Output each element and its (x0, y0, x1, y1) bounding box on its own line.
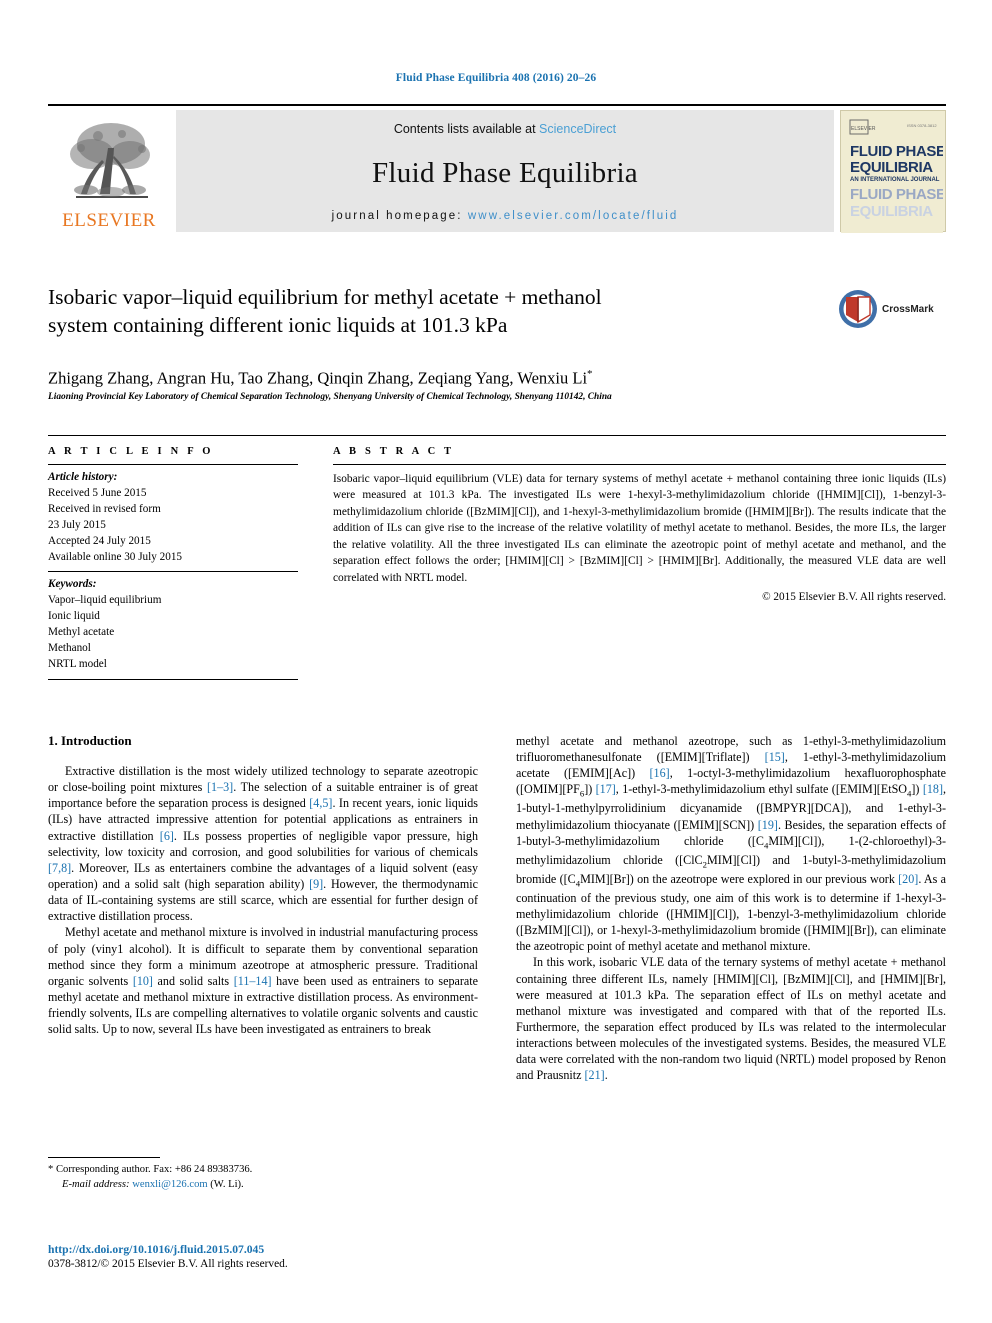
history-item: 23 July 2015 (48, 518, 106, 531)
keyword-item: Ionic liquid (48, 610, 100, 623)
masthead-center-panel: Contents lists available at ScienceDirec… (176, 110, 834, 232)
article-info-rule-bottom (48, 678, 298, 680)
footnote-text: Corresponding author. Fax: +86 24 893837… (55, 1164, 253, 1175)
elsevier-tree-icon (70, 123, 150, 198)
affiliation: Liaoning Provincial Key Laboratory of Ch… (48, 392, 612, 402)
article-info-heading: A R T I C L E I N F O (48, 446, 214, 457)
footnote-line-2: E-mail address: wenxli@126.com (W. Li). (48, 1178, 478, 1193)
keyword-item: NRTL model (48, 657, 107, 670)
issn-copyright-line: 0378-3812/© 2015 Elsevier B.V. All right… (48, 1258, 288, 1271)
doi-link[interactable]: http://dx.doi.org/10.1016/j.fluid.2015.0… (48, 1243, 548, 1257)
homepage-url[interactable]: www.elsevier.com/locate/fluid (468, 210, 678, 222)
journal-cover-thumbnail: ELSEVIER ISSN 0378-3812 FLUID PHASE EQUI… (840, 110, 946, 233)
corresponding-email-link[interactable]: wenxli@126.com (132, 1179, 207, 1190)
crossmark-icon (839, 290, 877, 328)
abstract-heading: A B S T R A C T (333, 446, 455, 457)
email-label: E-mail address: (62, 1178, 130, 1190)
contents-prefix: Contents lists available at (393, 122, 540, 136)
corresponding-author-marker: * (587, 368, 593, 380)
body-paragraph: Extractive distillation is the most wide… (48, 764, 479, 924)
info-abstract-band: A R T I C L E I N F O Article history: R… (48, 435, 946, 685)
svg-text:FLUID PHASE: FLUID PHASE (850, 143, 943, 160)
svg-text:ISSN 0378-3812: ISSN 0378-3812 (907, 123, 937, 128)
page-title: Isobaric vapor–liquid equilibrium for me… (48, 284, 838, 339)
history-item: Accepted 24 July 2015 (48, 534, 151, 547)
footnote-line-1: * Corresponding author. Fax: +86 24 8938… (48, 1163, 478, 1178)
abstract-text: Isobaric vapor–liquid equilibrium (VLE) … (333, 473, 946, 584)
history-item: Received in revised form (48, 502, 161, 515)
title-line-1: Isobaric vapor–liquid equilibrium for me… (48, 285, 602, 309)
crossmark-badge[interactable]: CrossMark (838, 286, 946, 332)
paper-page: Fluid Phase Equilibria 408 (2016) 20–26 (0, 0, 992, 1323)
right-column: methyl acetate and methanol azeotrope, s… (516, 733, 946, 1084)
article-info-column: A R T I C L E I N F O Article history: R… (48, 446, 298, 680)
article-history-group: Article history: Received 5 June 2015 Re… (48, 465, 298, 571)
title-block: Isobaric vapor–liquid equilibrium for me… (48, 284, 838, 339)
history-item: Received 5 June 2015 (48, 486, 147, 499)
article-history-label: Article history: (48, 471, 118, 483)
crossmark-label: CrossMark (882, 303, 934, 315)
title-line-2: system containing different ionic liquid… (48, 312, 508, 337)
author-list: Zhigang Zhang, Angran Hu, Tao Zhang, Qin… (48, 368, 908, 389)
keyword-item: Methyl acetate (48, 626, 115, 639)
svg-text:EQUILIBRIA: EQUILIBRIA (850, 203, 933, 220)
abstract-column: A B S T R A C T Isobaric vapor–liquid eq… (298, 446, 946, 680)
journal-homepage-line: journal homepage: www.elsevier.com/locat… (332, 210, 679, 222)
email-suffix: (W. Li). (210, 1178, 244, 1190)
homepage-label: journal homepage: (331, 210, 463, 222)
footnote-rule (48, 1157, 160, 1158)
body-columns: 1. Introduction Extractive distillation … (48, 733, 946, 1084)
journal-masthead: ELSEVIER Contents lists available at Sci… (48, 104, 946, 233)
elsevier-logo: ELSEVIER (48, 110, 170, 232)
footnote-marker: * (48, 1164, 54, 1175)
body-paragraph: methyl acetate and methanol azeotrope, s… (516, 734, 947, 954)
svg-text:AN INTERNATIONAL JOURNAL: AN INTERNATIONAL JOURNAL (850, 177, 940, 183)
contents-available-line: Contents lists available at ScienceDirec… (394, 122, 616, 136)
history-item: Available online 30 July 2015 (48, 550, 183, 563)
svg-text:ELSEVIER: ELSEVIER (851, 126, 876, 132)
keywords-label: Keywords: (48, 578, 97, 591)
abstract-copyright: © 2015 Elsevier B.V. All rights reserved… (762, 590, 946, 603)
author-names: Zhigang Zhang, Angran Hu, Tao Zhang, Qin… (48, 368, 588, 388)
svg-text:EQUILIBRIA: EQUILIBRIA (850, 159, 933, 176)
corresponding-author-footnote: * Corresponding author. Fax: +86 24 8938… (48, 1157, 478, 1193)
keywords-group: Keywords: Vapor–liquid equilibrium Ionic… (48, 572, 298, 678)
journal-title: Fluid Phase Equilibria (372, 156, 638, 189)
body-paragraph: In this work, isobaric VLE data of the t… (516, 955, 946, 1083)
doi-block: http://dx.doi.org/10.1016/j.fluid.2015.0… (48, 1243, 548, 1272)
elsevier-wordmark: ELSEVIER (62, 210, 156, 231)
sciencedirect-link[interactable]: ScienceDirect (539, 122, 616, 136)
svg-text:FLUID PHASE: FLUID PHASE (850, 186, 943, 203)
left-column: 1. Introduction Extractive distillation … (48, 733, 478, 1084)
body-paragraph: Methyl acetate and methanol mixture is i… (48, 925, 479, 1037)
section-heading-introduction: 1. Introduction (48, 733, 132, 748)
keyword-item: Methanol (48, 642, 91, 655)
running-head: Fluid Phase Equilibria 408 (2016) 20–26 (395, 72, 597, 84)
journal-cover-art: ELSEVIER ISSN 0378-3812 FLUID PHASE EQUI… (841, 111, 946, 233)
keyword-item: Vapor–liquid equilibrium (48, 594, 162, 607)
